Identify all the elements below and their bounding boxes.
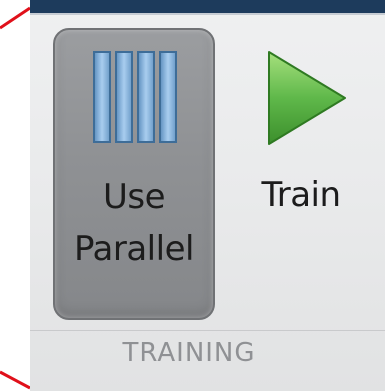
train-button[interactable]: Train — [226, 28, 376, 320]
group-separator — [30, 330, 385, 331]
play-triangle-icon — [268, 51, 346, 145]
parallel-bars-icon — [93, 51, 177, 143]
toolstrip-header-bar — [30, 0, 385, 13]
toolstrip-training-section: Use Parallel Train TRAINING — [30, 0, 385, 391]
use-parallel-button[interactable]: Use Parallel — [53, 28, 215, 320]
use-parallel-label-line1: Use — [102, 177, 166, 217]
callout-line-top — [0, 6, 31, 30]
training-group-label: TRAINING — [122, 338, 256, 368]
train-label: Train — [261, 175, 341, 215]
use-parallel-label-line2: Parallel — [74, 229, 194, 269]
callout-line-bottom — [0, 370, 31, 390]
toolstrip-header-edge — [30, 13, 385, 15]
screenshot-crop: Use Parallel Train TRAINING — [0, 0, 385, 391]
